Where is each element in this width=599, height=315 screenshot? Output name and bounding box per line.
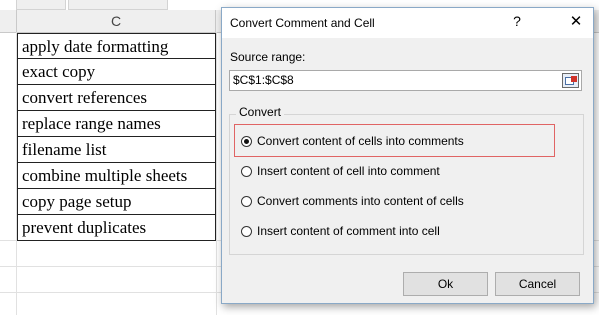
cell-c8[interactable]: prevent duplicates <box>17 215 216 241</box>
source-range-value: $C$1:$C$8 <box>233 73 294 87</box>
option-insert-cell-into-comment[interactable]: Insert content of cell into comment <box>241 161 440 181</box>
option-comments-to-cells[interactable]: Convert comments into content of cells <box>241 191 464 211</box>
cell-c6[interactable]: combine multiple sheets <box>17 163 216 189</box>
column-header-c[interactable]: C <box>17 10 216 32</box>
help-icon[interactable]: ? <box>507 13 527 29</box>
gridline <box>216 32 217 315</box>
radio-selected-icon[interactable] <box>241 135 252 147</box>
cell-c1[interactable]: apply date formatting <box>17 33 216 59</box>
cell-c2[interactable]: exact copy <box>17 59 216 85</box>
cell-c7[interactable]: copy page setup <box>17 189 216 215</box>
cell-c3[interactable]: convert references <box>17 85 216 111</box>
radio-icon[interactable] <box>241 165 252 177</box>
sheet-top-cell <box>16 0 66 10</box>
dialog-title: Convert Comment and Cell <box>230 16 375 30</box>
radio-icon[interactable] <box>241 225 252 237</box>
option-insert-comment-into-cell[interactable]: Insert content of comment into cell <box>241 221 440 241</box>
range-arrow-icon <box>571 76 577 82</box>
range-select-icon[interactable] <box>562 73 579 88</box>
option-label: Convert comments into content of cells <box>257 194 464 208</box>
ok-button[interactable]: Ok <box>403 272 488 296</box>
option-label: Insert content of comment into cell <box>257 224 440 238</box>
row-header-corner[interactable] <box>0 10 17 32</box>
option-label: Convert content of cells into comments <box>257 134 464 148</box>
source-range-label: Source range: <box>230 50 306 64</box>
dialog-titlebar[interactable]: Convert Comment and Cell ? ✕ <box>222 8 593 38</box>
convert-group-title: Convert <box>236 105 285 119</box>
option-cells-to-comments[interactable]: Convert content of cells into comments <box>241 131 464 151</box>
option-label: Insert content of cell into comment <box>257 164 440 178</box>
close-icon[interactable]: ✕ <box>563 11 589 33</box>
cell-c5[interactable]: filename list <box>17 137 216 163</box>
convert-comment-dialog: Convert Comment and Cell ? ✕ Source rang… <box>221 7 594 304</box>
cell-c4[interactable]: replace range names <box>17 111 216 137</box>
source-range-input[interactable]: $C$1:$C$8 <box>229 70 582 91</box>
cancel-button[interactable]: Cancel <box>495 272 580 296</box>
radio-icon[interactable] <box>241 195 252 207</box>
sheet-top-cell <box>68 0 168 10</box>
